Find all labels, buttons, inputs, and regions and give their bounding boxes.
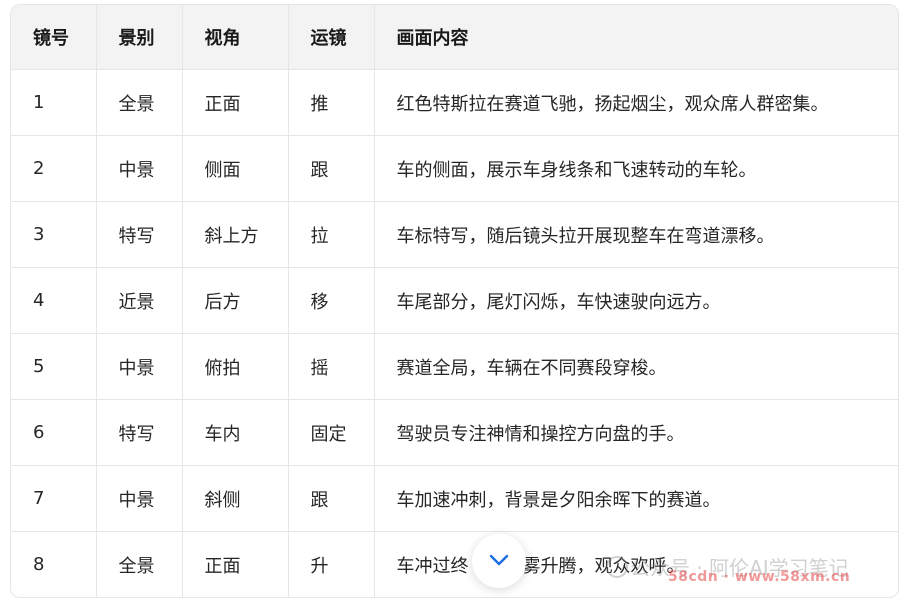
cell-angle: 斜侧	[182, 465, 289, 532]
header-content: 画面内容	[374, 5, 898, 70]
cell-content: 驾驶员专注神情和操控方向盘的手。	[374, 399, 898, 466]
header-shot-size: 景别	[96, 5, 183, 70]
table-header: 镜号 景别 视角 运镜 画面内容	[11, 5, 898, 70]
cell-shot-number: 8	[11, 531, 97, 597]
cell-shot-number: 7	[11, 465, 97, 532]
cell-shot-size: 中景	[96, 465, 183, 532]
table-row: 4 近景 后方 移 车尾部分，尾灯闪烁，车快速驶向远方。	[11, 267, 898, 334]
table-row: 5 中景 俯拍 摇 赛道全局，车辆在不同赛段穿梭。	[11, 333, 898, 400]
header-shot-number: 镜号	[11, 5, 97, 70]
cell-shot-number: 6	[11, 399, 97, 466]
watermark-site: 58cdn · www.58xm.cn	[668, 569, 851, 585]
cell-content: 红色特斯拉在赛道飞驰，扬起烟尘，观众席人群密集。	[374, 69, 898, 136]
cell-angle: 正面	[182, 69, 289, 136]
cell-angle: 俯拍	[182, 333, 289, 400]
cell-shot-size: 中景	[96, 333, 183, 400]
cell-content: 车标特写，随后镜头拉开展现整车在弯道漂移。	[374, 201, 898, 268]
cell-camera-move: 移	[288, 267, 375, 334]
cell-angle: 正面	[182, 531, 289, 597]
cell-shot-size: 全景	[96, 531, 183, 597]
storyboard-table: 镜号 景别 视角 运镜 画面内容 1 全景 正面 推 红色特斯拉在赛道飞驰，扬起…	[11, 5, 898, 597]
cell-content: 赛道全局，车辆在不同赛段穿梭。	[374, 333, 898, 400]
storyboard-table-container: 镜号 景别 视角 运镜 画面内容 1 全景 正面 推 红色特斯拉在赛道飞驰，扬起…	[10, 4, 899, 598]
cell-camera-move: 跟	[288, 465, 375, 532]
cell-camera-move: 升	[288, 531, 375, 597]
cell-angle: 后方	[182, 267, 289, 334]
cell-shot-number: 3	[11, 201, 97, 268]
table-header-row: 镜号 景别 视角 运镜 画面内容	[11, 5, 898, 70]
cell-shot-number: 5	[11, 333, 97, 400]
cell-shot-number: 1	[11, 69, 97, 136]
table-row: 6 特写 车内 固定 驾驶员专注神情和操控方向盘的手。	[11, 399, 898, 466]
cell-camera-move: 拉	[288, 201, 375, 268]
cell-shot-number: 2	[11, 135, 97, 202]
table-row: 2 中景 侧面 跟 车的侧面，展示车身线条和飞速转动的车轮。	[11, 135, 898, 202]
cell-shot-size: 特写	[96, 399, 183, 466]
table-row: 7 中景 斜侧 跟 车加速冲刺，背景是夕阳余晖下的赛道。	[11, 465, 898, 532]
cell-content: 车的侧面，展示车身线条和飞速转动的车轮。	[374, 135, 898, 202]
cell-content: 车尾部分，尾灯闪烁，车快速驶向远方。	[374, 267, 898, 334]
table-body: 1 全景 正面 推 红色特斯拉在赛道飞驰，扬起烟尘，观众席人群密集。 2 中景 …	[11, 69, 898, 597]
cell-shot-size: 近景	[96, 267, 183, 334]
header-angle: 视角	[182, 5, 289, 70]
cell-shot-number: 4	[11, 267, 97, 334]
scroll-down-button[interactable]	[472, 534, 526, 588]
cell-camera-move: 摇	[288, 333, 375, 400]
wechat-logo-icon	[606, 556, 628, 578]
table-row: 1 全景 正面 推 红色特斯拉在赛道飞驰，扬起烟尘，观众席人群密集。	[11, 69, 898, 136]
cell-camera-move: 推	[288, 69, 375, 136]
cell-content: 车加速冲刺，背景是夕阳余晖下的赛道。	[374, 465, 898, 532]
cell-shot-size: 全景	[96, 69, 183, 136]
header-camera-move: 运镜	[288, 5, 375, 70]
cell-camera-move: 固定	[288, 399, 375, 466]
cell-angle: 斜上方	[182, 201, 289, 268]
chevron-down-icon	[488, 552, 510, 571]
cell-angle: 车内	[182, 399, 289, 466]
cell-shot-size: 特写	[96, 201, 183, 268]
cell-shot-size: 中景	[96, 135, 183, 202]
table-row: 3 特写 斜上方 拉 车标特写，随后镜头拉开展现整车在弯道漂移。	[11, 201, 898, 268]
cell-camera-move: 跟	[288, 135, 375, 202]
cell-angle: 侧面	[182, 135, 289, 202]
